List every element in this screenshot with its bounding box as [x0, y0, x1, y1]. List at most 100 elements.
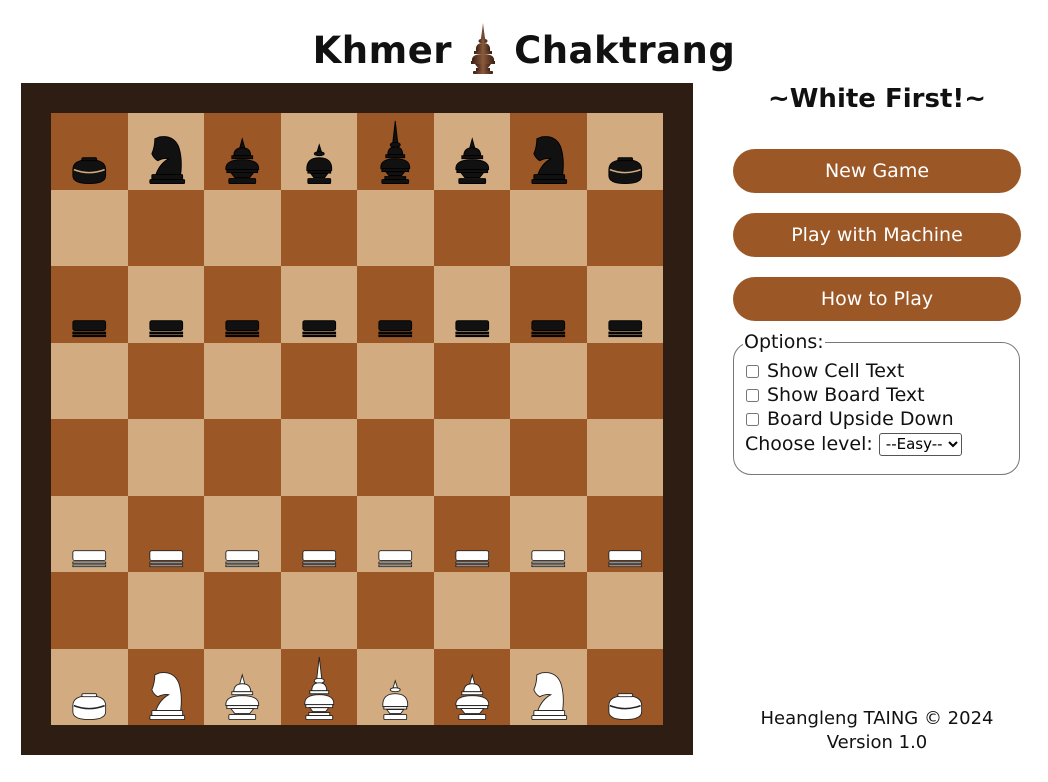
black-boat-piece-icon[interactable] — [587, 113, 664, 190]
black-fish-piece-icon[interactable] — [434, 266, 511, 343]
black-noble-piece-icon[interactable] — [204, 113, 281, 190]
board-square-h8[interactable] — [586, 113, 664, 190]
board-square-g3[interactable] — [510, 495, 587, 573]
board-square-c6[interactable] — [204, 266, 281, 343]
board-square-d6[interactable] — [280, 266, 358, 343]
board-square-e8[interactable] — [357, 113, 434, 190]
board-square-b1[interactable] — [127, 648, 205, 726]
board-square-h6[interactable] — [586, 266, 664, 343]
new-game-button[interactable]: New Game — [733, 149, 1021, 193]
board-square-a3[interactable] — [51, 495, 128, 573]
board-square-f6[interactable] — [433, 266, 511, 343]
level-select[interactable]: --Easy-- — [878, 432, 962, 456]
black-horse-piece-icon[interactable] — [510, 113, 587, 190]
white-king-piece-icon[interactable] — [281, 649, 358, 726]
board-square-e1[interactable] — [357, 648, 434, 726]
board-square-g6[interactable] — [510, 266, 587, 343]
board-square-d2[interactable] — [280, 572, 357, 649]
board-square-d3[interactable] — [280, 495, 358, 573]
white-fish-piece-icon[interactable] — [51, 496, 128, 573]
white-noble-piece-icon[interactable] — [434, 649, 511, 726]
board-square-e4[interactable] — [357, 419, 434, 496]
black-fish-piece-icon[interactable] — [204, 266, 281, 343]
white-queen-piece-icon[interactable] — [357, 649, 434, 726]
board-square-a7[interactable] — [51, 189, 128, 266]
show-cell-text-checkbox[interactable] — [746, 364, 759, 378]
board-square-b8[interactable] — [127, 113, 205, 190]
board-square-h7[interactable] — [586, 189, 663, 266]
black-fish-piece-icon[interactable] — [128, 266, 205, 343]
board-square-b4[interactable] — [127, 419, 204, 496]
black-fish-piece-icon[interactable] — [510, 266, 587, 343]
board-square-h2[interactable] — [586, 572, 663, 649]
board-square-f8[interactable] — [433, 113, 511, 190]
black-fish-piece-icon[interactable] — [51, 266, 128, 343]
white-fish-piece-icon[interactable] — [510, 496, 587, 573]
black-fish-piece-icon[interactable] — [357, 266, 434, 343]
board-upside-down-checkbox[interactable] — [746, 412, 759, 426]
white-fish-piece-icon[interactable] — [357, 496, 434, 573]
black-noble-piece-icon[interactable] — [434, 113, 511, 190]
board-square-g7[interactable] — [510, 189, 587, 266]
board-square-c5[interactable] — [204, 342, 281, 419]
board-square-h4[interactable] — [586, 419, 663, 496]
board-square-d4[interactable] — [280, 419, 357, 496]
board-square-f3[interactable] — [433, 495, 511, 573]
board-square-e7[interactable] — [357, 189, 434, 266]
board-square-c7[interactable] — [204, 189, 281, 266]
board-square-a6[interactable] — [51, 266, 128, 343]
chess-board[interactable] — [51, 113, 663, 725]
board-square-b7[interactable] — [127, 189, 204, 266]
board-square-h1[interactable] — [586, 648, 664, 726]
board-square-e6[interactable] — [357, 266, 434, 343]
board-square-a8[interactable] — [51, 113, 128, 190]
play-with-machine-button[interactable]: Play with Machine — [733, 213, 1021, 257]
board-square-g1[interactable] — [510, 648, 587, 726]
white-fish-piece-icon[interactable] — [587, 496, 664, 573]
white-horse-piece-icon[interactable] — [510, 649, 587, 726]
board-square-g4[interactable] — [510, 419, 587, 496]
black-king-piece-icon[interactable] — [357, 113, 434, 190]
board-square-c2[interactable] — [204, 572, 281, 649]
board-square-f7[interactable] — [433, 189, 510, 266]
board-square-c1[interactable] — [204, 648, 281, 726]
board-square-e3[interactable] — [357, 495, 434, 573]
white-noble-piece-icon[interactable] — [204, 649, 281, 726]
board-square-c8[interactable] — [204, 113, 281, 190]
black-queen-piece-icon[interactable] — [281, 113, 358, 190]
white-fish-piece-icon[interactable] — [204, 496, 281, 573]
board-square-b3[interactable] — [127, 495, 205, 573]
board-square-d1[interactable] — [280, 648, 358, 726]
board-square-c4[interactable] — [204, 419, 281, 496]
board-square-g5[interactable] — [510, 342, 587, 419]
board-square-a2[interactable] — [51, 572, 128, 649]
white-boat-piece-icon[interactable] — [51, 649, 128, 726]
board-square-f4[interactable] — [433, 419, 510, 496]
board-square-e2[interactable] — [357, 572, 434, 649]
board-square-f2[interactable] — [433, 572, 510, 649]
board-square-a1[interactable] — [51, 648, 128, 726]
black-fish-piece-icon[interactable] — [587, 266, 664, 343]
board-square-f1[interactable] — [433, 648, 511, 726]
white-horse-piece-icon[interactable] — [128, 649, 205, 726]
black-horse-piece-icon[interactable] — [128, 113, 205, 190]
board-square-h3[interactable] — [586, 495, 664, 573]
board-square-a5[interactable] — [51, 342, 128, 419]
board-square-f5[interactable] — [433, 342, 510, 419]
white-boat-piece-icon[interactable] — [587, 649, 664, 726]
black-boat-piece-icon[interactable] — [51, 113, 128, 190]
black-fish-piece-icon[interactable] — [281, 266, 358, 343]
board-square-g2[interactable] — [510, 572, 587, 649]
board-square-d7[interactable] — [280, 189, 357, 266]
board-square-d8[interactable] — [280, 113, 358, 190]
white-fish-piece-icon[interactable] — [281, 496, 358, 573]
board-square-g8[interactable] — [510, 113, 587, 190]
how-to-play-button[interactable]: How to Play — [733, 277, 1021, 321]
board-square-b6[interactable] — [127, 266, 205, 343]
white-fish-piece-icon[interactable] — [434, 496, 511, 573]
board-square-c3[interactable] — [204, 495, 281, 573]
white-fish-piece-icon[interactable] — [128, 496, 205, 573]
board-square-a4[interactable] — [51, 419, 128, 496]
board-square-b5[interactable] — [127, 342, 204, 419]
show-board-text-checkbox[interactable] — [746, 388, 759, 402]
